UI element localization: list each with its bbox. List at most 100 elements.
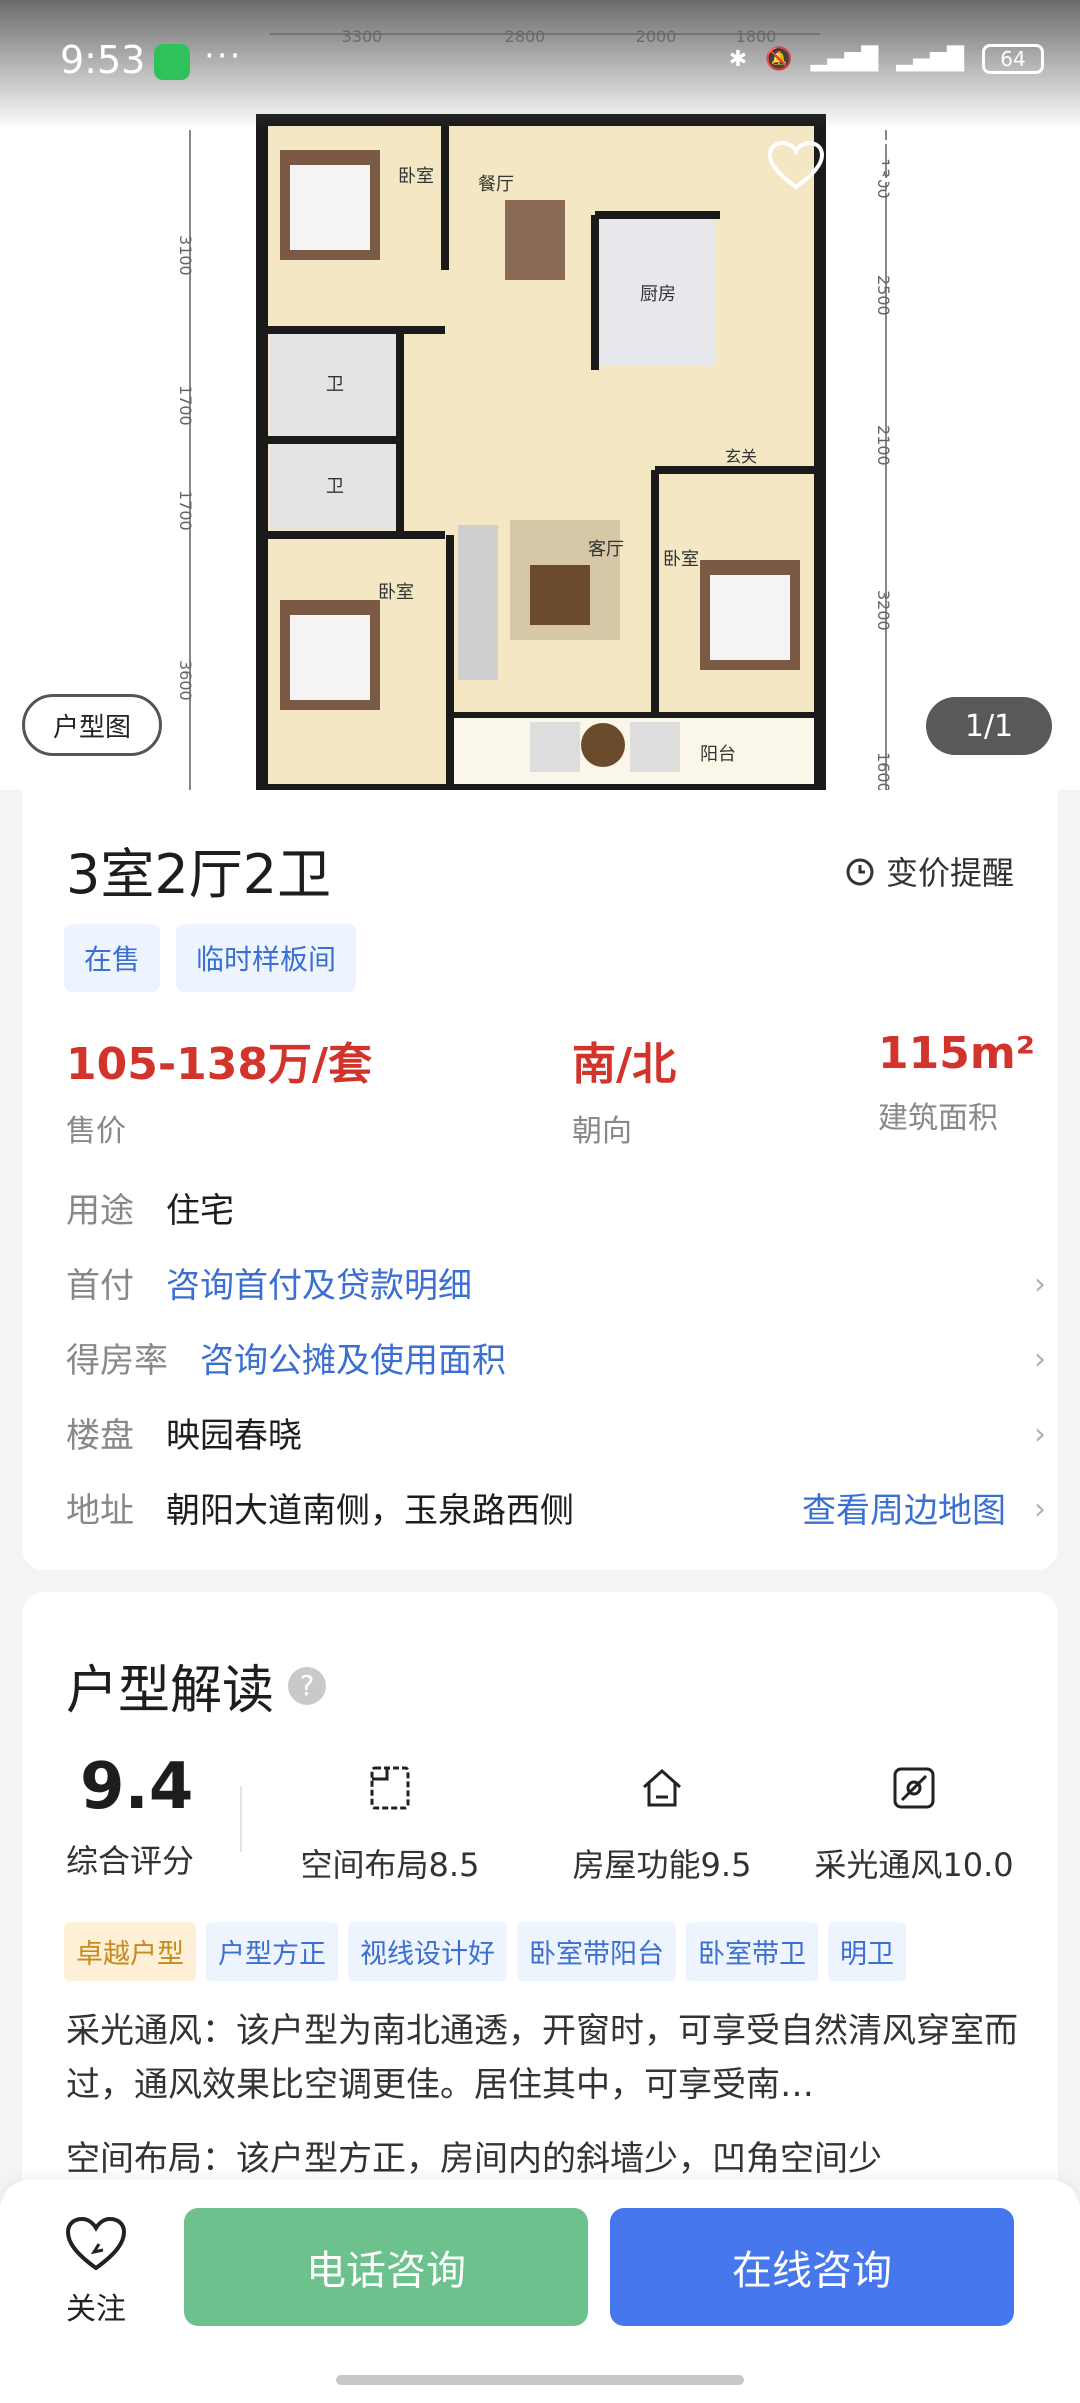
orientation-metric: 南/北 朝向 <box>572 1028 676 1150</box>
function-score: 房屋功能9.5 <box>542 1760 782 1886</box>
image-counter: 1/1 <box>926 697 1052 755</box>
down-payment-row[interactable]: 首付 咨询首付及贷款明细 › <box>66 1245 1046 1320</box>
dim-left-4: 3600 <box>176 660 195 701</box>
room-label: 玄关 <box>725 447 757 466</box>
tag-on-sale: 在售 <box>64 924 161 992</box>
row-key: 首付 <box>66 1266 134 1306</box>
mute-icon: 🔕 <box>765 46 793 72</box>
more-notifications-icon: ··· <box>204 36 243 76</box>
heart-icon <box>65 2216 127 2271</box>
reminder-label: 变价提醒 <box>885 854 1014 892</box>
price-label: 售价 <box>66 1114 126 1149</box>
status-tags: 在售 临时样板间 <box>64 924 357 992</box>
orientation-value: 南/北 <box>572 1039 677 1090</box>
signal-icon: ▂▄▆█ <box>810 46 879 72</box>
signal-icon-2: ▂▄▆█ <box>896 46 964 72</box>
house-icon <box>542 1760 782 1816</box>
dim-left-1: 3100 <box>176 235 195 276</box>
home-indicator[interactable] <box>336 2375 744 2385</box>
feature-tag: 明卫 <box>828 1922 906 1981</box>
room-label: 餐厅 <box>478 174 514 195</box>
layout-description: 空间布局：该户型方正，房间内的斜墙少，凹角空间少 <box>66 2139 882 2179</box>
comment-icon[interactable] <box>874 136 934 196</box>
price-metric: 105-138万/套 售价 <box>66 1028 372 1150</box>
area-label: 建筑面积 <box>878 1101 998 1136</box>
row-value: 朝阳大道南侧，玉泉路西侧 <box>166 1491 574 1531</box>
battery-level: 64 <box>1000 47 1026 71</box>
chevron-right-icon: › <box>1034 1417 1046 1452</box>
sub-score-label: 采光通风10.0 <box>814 1846 1014 1884</box>
project-row[interactable]: 楼盘 映园春晓 › <box>66 1395 1046 1470</box>
dim-right-3: 2100 <box>874 425 893 466</box>
chevron-right-icon: › <box>1034 1267 1046 1302</box>
bottom-action-bar: 关注 电话咨询 在线咨询 <box>0 2180 1080 2403</box>
overall-score-label: 综合评分 <box>66 1842 195 1880</box>
row-link[interactable]: 咨询公摊及使用面积 <box>200 1333 506 1382</box>
address-row[interactable]: 地址 朝阳大道南侧，玉泉路西侧 查看周边地图 › <box>66 1470 1046 1545</box>
chevron-right-icon: › <box>1034 1492 1046 1527</box>
dim-left-3: 1700 <box>176 490 195 531</box>
area-metric: 115m² 建筑面积 <box>878 1028 1035 1137</box>
room-label: 卧室 <box>398 166 434 187</box>
row-key: 地址 <box>66 1491 134 1531</box>
room-label: 卧室 <box>378 582 414 603</box>
feature-tag: 卧室带卫 <box>686 1922 818 1981</box>
analysis-title: 户型解读 <box>66 1661 275 1721</box>
dim-right-4: 3200 <box>874 590 893 631</box>
dim-left-2: 1700 <box>176 385 195 426</box>
share-icon[interactable] <box>978 136 1038 196</box>
row-key: 用途 <box>66 1191 134 1231</box>
feature-tag: 卧室带阳台 <box>517 1922 676 1981</box>
status-time: 9:53 <box>60 38 146 82</box>
dim-right-5: 1600 <box>874 752 893 790</box>
tag-temp-showroom: 临时样板间 <box>176 924 357 992</box>
phone-consult-button[interactable]: 电话咨询 <box>184 2208 588 2326</box>
area-value: 115m² <box>878 1028 1035 1079</box>
sub-score-label: 房屋功能9.5 <box>572 1846 752 1884</box>
row-value: 映园春晓 <box>166 1416 302 1456</box>
favorite-icon[interactable] <box>766 136 826 196</box>
follow-button[interactable]: 关注 <box>52 2216 140 2328</box>
help-icon[interactable]: ? <box>288 1666 327 1705</box>
status-icons: ✱ 🔕 ▂▄▆█ ▂▄▆█ 64 <box>729 44 1044 74</box>
divider <box>240 1786 242 1852</box>
row-link[interactable]: 咨询首付及贷款明细 <box>166 1258 472 1307</box>
window-light-icon <box>794 1760 1034 1816</box>
chevron-right-icon: › <box>1034 1342 1046 1377</box>
layout-icon <box>270 1760 510 1816</box>
efficiency-row[interactable]: 得房率 咨询公摊及使用面积 › <box>66 1320 1046 1395</box>
back-icon[interactable] <box>42 136 102 196</box>
bluetooth-icon: ✱ <box>728 46 748 72</box>
row-key: 得房率 <box>66 1341 168 1381</box>
follow-label: 关注 <box>66 2292 126 2327</box>
online-consult-button[interactable]: 在线咨询 <box>610 2208 1014 2326</box>
room-label: 客厅 <box>588 539 624 560</box>
row-key: 楼盘 <box>66 1416 134 1456</box>
battery-icon: 64 <box>982 44 1044 74</box>
overall-score: 9.4 <box>80 1750 194 1824</box>
usage-row: 用途 住宅 <box>66 1170 1046 1245</box>
row-value: 住宅 <box>166 1191 234 1231</box>
sub-score-label: 空间布局8.5 <box>300 1846 480 1884</box>
status-bar: 9:53 ··· ✱ 🔕 ▂▄▆█ ▂▄▆█ 64 <box>0 0 1080 130</box>
alarm-clock-icon <box>846 858 874 886</box>
detail-rows: 用途 住宅 首付 咨询首付及贷款明细 › 得房率 咨询公摊及使用面积 › 楼盘 … <box>66 1170 1046 1545</box>
feature-tag: 户型方正 <box>206 1922 338 1981</box>
floor-plan-hero[interactable]: 3300 2800 2000 1800 3100 1700 1700 3600 … <box>0 0 1080 790</box>
room-label: 阳台 <box>700 744 736 765</box>
tag-excellent-layout: 卓越户型 <box>64 1922 196 1981</box>
wechat-icon <box>154 44 190 80</box>
room-label: 卧室 <box>663 549 699 570</box>
price-value: 105-138万/套 <box>66 1039 373 1090</box>
unit-title: 3室2厅2卫 <box>66 843 332 906</box>
view-map-link[interactable]: 查看周边地图 <box>802 1483 1006 1532</box>
orientation-label: 朝向 <box>572 1114 632 1149</box>
floor-plan-label[interactable]: 户型图 <box>22 694 162 756</box>
room-label: 卫 <box>326 374 344 395</box>
feature-tags: 卓越户型 户型方正 视线设计好 卧室带阳台 卧室带卫 明卫 <box>64 1922 906 1981</box>
feature-tag: 视线设计好 <box>348 1922 507 1981</box>
section-title: 户型解读 ? <box>66 1648 327 1723</box>
space-layout-score: 空间布局8.5 <box>270 1760 510 1886</box>
price-change-reminder[interactable]: 变价提醒 <box>844 848 1014 894</box>
room-label: 厨房 <box>640 284 676 305</box>
